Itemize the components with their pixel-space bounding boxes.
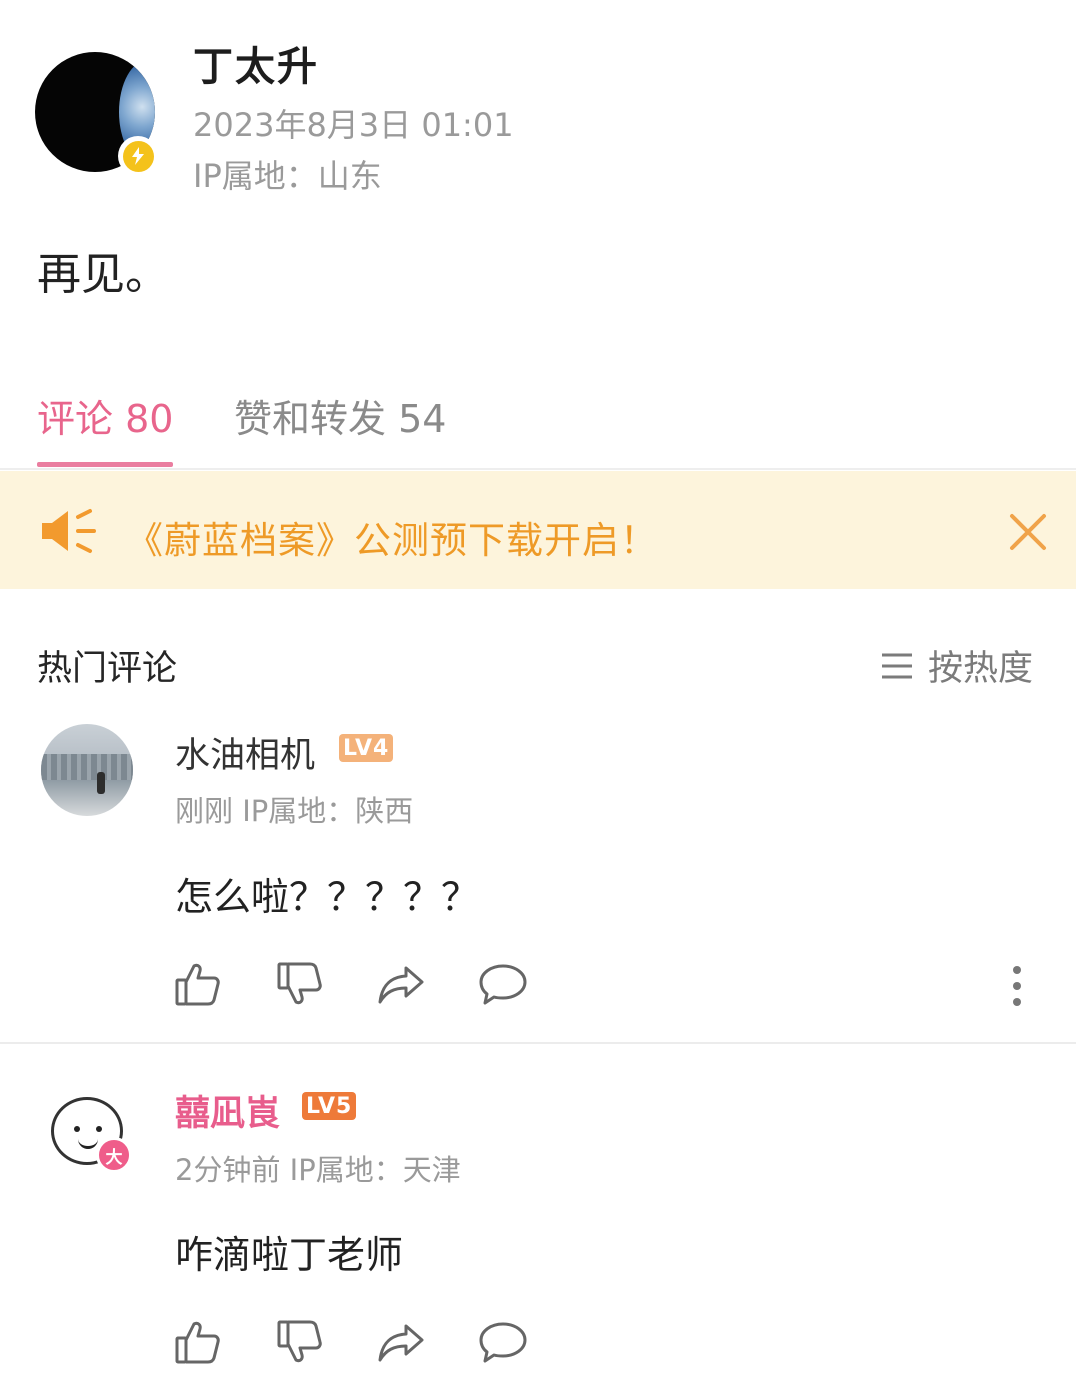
author-name[interactable]: 丁太升 xyxy=(193,34,319,92)
notice-text[interactable]: 《蔚蓝档案》公测预下载开启！ xyxy=(126,510,658,564)
sort-label: 按热度 xyxy=(928,649,1034,689)
post-content: 再见。 xyxy=(37,249,169,300)
like-icon[interactable] xyxy=(172,958,224,1010)
share-icon[interactable] xyxy=(376,958,428,1010)
comment-avatar[interactable] xyxy=(41,724,133,816)
close-icon[interactable] xyxy=(1006,510,1050,554)
tab-divider xyxy=(0,468,1076,470)
avatar-badge: 大 xyxy=(96,1137,132,1173)
verified-badge-icon xyxy=(118,136,158,176)
more-options-icon[interactable] xyxy=(1010,966,1024,1010)
level-badge: LV4 xyxy=(339,734,394,762)
post-ip-location: IP属地：山东 xyxy=(193,157,382,195)
tab-comments[interactable]: 评论 80 xyxy=(37,388,173,443)
reply-icon[interactable] xyxy=(477,1316,529,1368)
comment-text: 咋滴啦丁老师 xyxy=(175,1233,404,1277)
post-timestamp: 2023年8月3日 01:01 xyxy=(193,106,514,144)
menu-icon xyxy=(882,653,912,678)
tab-likes-reposts[interactable]: 赞和转发 54 xyxy=(234,388,446,443)
megaphone-icon xyxy=(38,505,98,557)
comment-username[interactable]: 囍凪崀 xyxy=(175,1085,280,1136)
dislike-icon[interactable] xyxy=(274,958,326,1010)
hot-comments-title: 热门评论 xyxy=(37,649,178,689)
comment-meta: 2分钟前 IP属地：天津 xyxy=(175,1153,461,1187)
comment-meta: 刚刚 IP属地：陕西 xyxy=(175,794,414,828)
sort-button[interactable]: 按热度 xyxy=(880,640,1033,691)
dislike-icon[interactable] xyxy=(274,1316,326,1368)
comment-username[interactable]: 水油相机 xyxy=(175,727,315,778)
comment-text: 怎么啦？？？？？ xyxy=(175,875,480,919)
share-icon[interactable] xyxy=(376,1316,428,1368)
like-icon[interactable] xyxy=(172,1316,224,1368)
comment-divider xyxy=(0,1042,1076,1044)
reply-icon[interactable] xyxy=(477,958,529,1010)
active-tab-indicator xyxy=(37,462,173,467)
level-badge: LV5 xyxy=(302,1092,357,1120)
